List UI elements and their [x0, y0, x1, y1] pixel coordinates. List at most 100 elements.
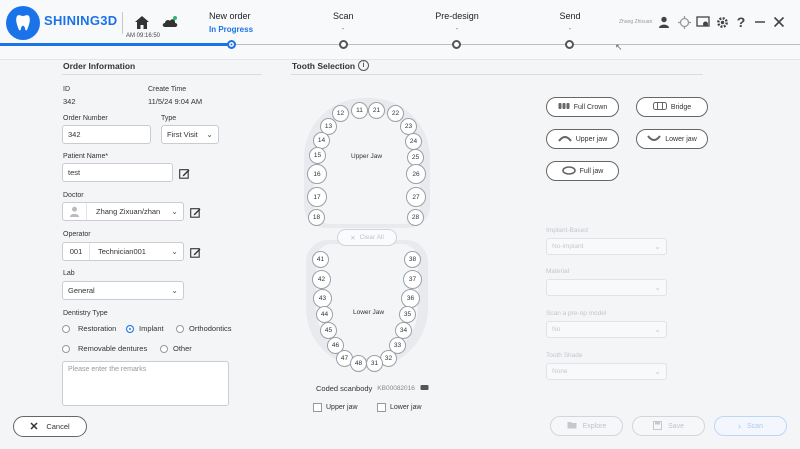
- tooth-26[interactable]: 26: [406, 164, 426, 184]
- tooth-47[interactable]: 42: [312, 270, 331, 289]
- full-crown-label: Full Crown: [573, 103, 608, 111]
- coded-scanbody: Coded scanbody KB00082016: [316, 384, 429, 393]
- explore-label: Explore: [582, 422, 607, 430]
- cancel-button[interactable]: Cancel: [13, 416, 87, 437]
- checkbox[interactable]: [377, 403, 386, 412]
- operator-value: Technician001: [98, 247, 146, 256]
- material-select[interactable]: ⌄: [546, 279, 667, 296]
- screen-record-icon[interactable]: [695, 14, 711, 30]
- gear-icon[interactable]: [714, 14, 730, 30]
- lab-select[interactable]: General ⌄: [62, 281, 184, 300]
- full-jaw-button[interactable]: Full jaw: [546, 161, 619, 181]
- tooth-31[interactable]: 31: [366, 355, 383, 372]
- chevron-down-icon: ⌄: [171, 286, 178, 295]
- checkbox[interactable]: [313, 403, 322, 412]
- checkbox-upper-jaw[interactable]: Upper jaw: [313, 403, 358, 412]
- tooth-41[interactable]: 48: [350, 355, 367, 372]
- radio-label: Restoration: [78, 324, 117, 333]
- tooth-36[interactable]: 36: [401, 289, 420, 308]
- tooth-18[interactable]: 18: [308, 209, 325, 226]
- remarks-textarea[interactable]: Please enter the remarks: [62, 361, 229, 406]
- cloud-icon[interactable]: [160, 12, 180, 32]
- chevron-down-icon: ⌄: [171, 207, 178, 216]
- tooth-38[interactable]: 38: [404, 251, 421, 268]
- tooth-37[interactable]: 37: [403, 270, 422, 289]
- step-new-order[interactable]: New order In Progress: [209, 11, 253, 34]
- clear-all-button[interactable]: ✕ Clear All: [337, 229, 397, 246]
- save-icon: [653, 420, 663, 432]
- type-value: First Visit: [167, 130, 198, 139]
- close-icon: ✕: [350, 234, 356, 242]
- lower-jaw-button[interactable]: Lower jaw: [636, 129, 708, 149]
- tooth-35[interactable]: 35: [399, 306, 416, 323]
- close-icon: [30, 421, 38, 432]
- chevron-down-icon: ⌄: [206, 130, 213, 139]
- tooth-16[interactable]: 16: [307, 164, 327, 184]
- tooth-shade-select[interactable]: None ⌄: [546, 363, 667, 380]
- radio-label: Other: [173, 344, 192, 353]
- radio-orthodontics[interactable]: Orthodontics: [176, 324, 232, 333]
- doctor-select[interactable]: Zhang Zixuan/zhan ⌄: [62, 202, 184, 221]
- bridge-button[interactable]: Bridge: [636, 97, 708, 117]
- avatar-icon: [63, 203, 87, 220]
- pre-op-model-label: Scan a pre-op model: [546, 310, 607, 317]
- tooth-21[interactable]: 21: [368, 102, 385, 119]
- tooth-28[interactable]: 28: [407, 209, 424, 226]
- section-divider: [62, 74, 262, 75]
- close-icon[interactable]: [771, 14, 787, 30]
- radio-restoration[interactable]: Restoration: [62, 324, 116, 333]
- radio-button[interactable]: [176, 324, 184, 333]
- edit-patient-icon[interactable]: [178, 167, 190, 179]
- step-status: -: [568, 24, 572, 33]
- tooth-45[interactable]: 44: [316, 306, 333, 323]
- radio-button[interactable]: [62, 324, 70, 333]
- minimize-icon[interactable]: [752, 14, 768, 30]
- tooth-22[interactable]: 22: [387, 105, 404, 122]
- dentistry-type-label: Dentistry Type: [63, 310, 108, 317]
- tooth-11[interactable]: 11: [351, 102, 368, 119]
- clock-text: AM 09:16:50: [126, 33, 161, 39]
- tooth-12[interactable]: 12: [332, 105, 349, 122]
- help-icon[interactable]: ?: [733, 14, 749, 30]
- order-number-input[interactable]: 342: [62, 125, 151, 144]
- upper-jaw-button[interactable]: Upper jaw: [546, 129, 619, 149]
- bridge-label: Bridge: [670, 103, 692, 111]
- lab-label: Lab: [63, 270, 75, 277]
- step-pre-design[interactable]: Pre-design -: [434, 11, 480, 33]
- radio-implant[interactable]: Implant: [126, 324, 164, 333]
- tooth-15[interactable]: 15: [309, 147, 326, 164]
- pre-op-model-select[interactable]: No ⌄: [546, 321, 667, 338]
- crosshair-icon[interactable]: [676, 14, 692, 30]
- radio-removable-dentures[interactable]: Removable dentures: [62, 344, 147, 353]
- scanbody-icon[interactable]: [420, 384, 429, 393]
- save-label: Save: [668, 422, 684, 430]
- patient-name-input[interactable]: test: [62, 163, 173, 182]
- radio-other[interactable]: Other: [160, 344, 192, 353]
- tooth-27[interactable]: 27: [406, 187, 426, 207]
- explore-button[interactable]: Explore: [550, 416, 623, 436]
- radio-button[interactable]: [160, 344, 168, 353]
- implant-based-select[interactable]: No-implant ⌄: [546, 238, 667, 255]
- edit-doctor-icon[interactable]: [189, 206, 201, 218]
- step-scan[interactable]: Scan -: [333, 11, 354, 33]
- full-crown-button[interactable]: Full Crown: [546, 97, 619, 117]
- radio-button[interactable]: [62, 344, 70, 353]
- radio-button[interactable]: [126, 324, 134, 333]
- edit-operator-icon[interactable]: [189, 246, 201, 258]
- checkbox-label: Lower jaw: [390, 404, 422, 411]
- tooth-17[interactable]: 17: [307, 187, 327, 207]
- tooth-48[interactable]: 41: [312, 251, 329, 268]
- info-icon[interactable]: i: [358, 60, 369, 71]
- user-icon[interactable]: [656, 14, 672, 30]
- step-send[interactable]: Send -: [559, 11, 581, 33]
- checkbox-lower-jaw[interactable]: Lower jaw: [377, 403, 422, 412]
- operator-select[interactable]: 001 Technician001 ⌄: [62, 242, 184, 261]
- bridge-icon: [652, 102, 667, 112]
- save-button[interactable]: Save: [632, 416, 705, 436]
- type-select[interactable]: First Visit ⌄: [161, 125, 219, 144]
- home-icon[interactable]: [132, 12, 152, 32]
- patient-name-label: Patient Name*: [63, 153, 109, 160]
- tooth-24[interactable]: 24: [405, 133, 422, 150]
- scan-button[interactable]: › Scan: [714, 416, 787, 436]
- doctor-label: Doctor: [63, 192, 84, 199]
